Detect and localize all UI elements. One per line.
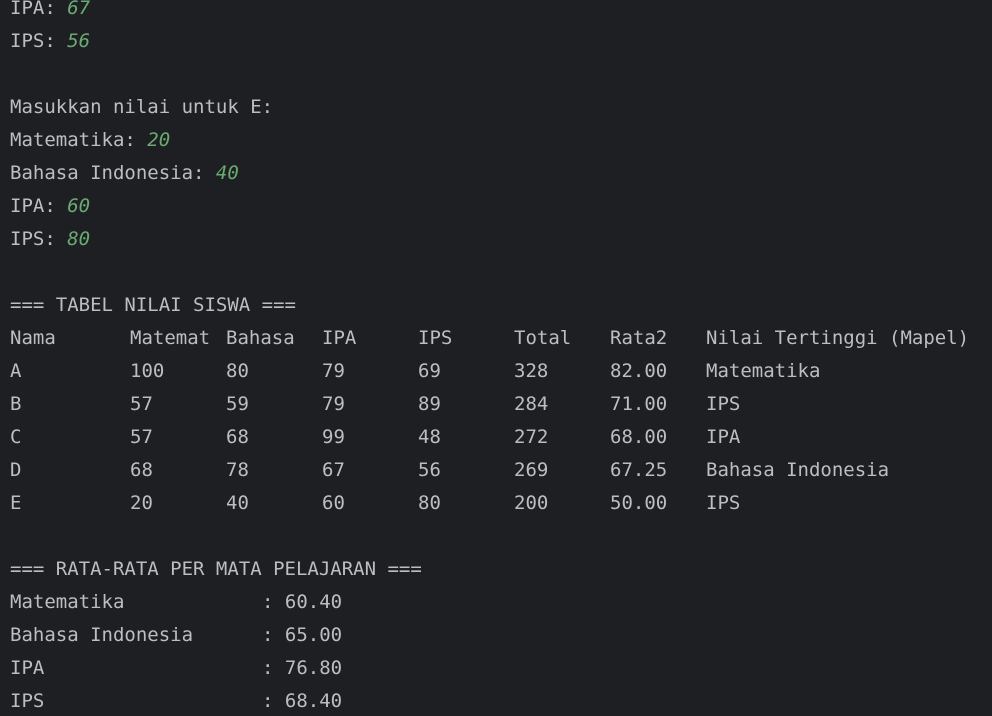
table-cell: 71.00 xyxy=(610,393,668,415)
average-row: IPS : 68.40 xyxy=(10,685,342,716)
table-cell: 59 xyxy=(226,393,249,415)
table-cell: 79 xyxy=(322,360,345,382)
table-row: D 68 78 67 56 269 67.25 Bahasa Indonesia xyxy=(10,454,889,487)
table-cell: IPS xyxy=(706,492,741,514)
table-header-cell: Rata2 xyxy=(610,327,668,349)
table-cell: 57 xyxy=(130,426,153,448)
table-cell: 82.00 xyxy=(610,360,668,382)
average-value: : 65.00 xyxy=(262,624,343,646)
table-cell: 80 xyxy=(226,360,249,382)
table-cell: 89 xyxy=(418,393,441,415)
table-cell: 68 xyxy=(130,459,153,481)
averages-title: === RATA-RATA PER MATA PELAJARAN === xyxy=(10,558,422,580)
table-cell: 67 xyxy=(322,459,345,481)
table-cell: 68 xyxy=(226,426,249,448)
table-cell: 69 xyxy=(418,360,441,382)
table-row: C 57 68 99 48 272 68.00 IPA xyxy=(10,421,740,454)
table-cell: Matematika xyxy=(706,360,821,382)
table-header-cell: Nama xyxy=(10,327,56,349)
average-row: IPA : 76.80 xyxy=(10,652,342,685)
input-label: IPS: xyxy=(10,30,68,52)
table-cell: 78 xyxy=(226,459,249,481)
input-line-bahasa: Bahasa Indonesia: 40 xyxy=(10,157,239,190)
average-label: IPS xyxy=(10,690,45,712)
average-label: IPA xyxy=(10,657,45,679)
average-value: : 76.80 xyxy=(262,657,343,679)
table-cell: IPA xyxy=(706,426,741,448)
table-header-row: Nama Matemat Bahasa IPA IPS Total Rata2 … xyxy=(10,322,969,355)
table-row: B 57 59 79 89 284 71.00 IPS xyxy=(10,388,740,421)
table-cell: 80 xyxy=(418,492,441,514)
average-label: Matematika xyxy=(10,591,125,613)
table-header-cell: Matemat xyxy=(130,327,211,349)
table-cell: C xyxy=(10,426,22,448)
table-cell: 284 xyxy=(514,393,549,415)
average-row: Matematika : 60.40 xyxy=(10,586,342,619)
table-header-cell: IPA xyxy=(322,327,357,349)
table-cell: D xyxy=(10,459,22,481)
input-line-ips: IPS: 80 xyxy=(10,223,90,256)
table-header-cell: Total xyxy=(514,327,572,349)
table-cell: 67.25 xyxy=(610,459,668,481)
table-cell: 269 xyxy=(514,459,549,481)
input-value: 20 xyxy=(147,129,171,151)
table-title: === TABEL NILAI SISWA === xyxy=(10,294,296,316)
input-value: 60 xyxy=(67,195,91,217)
input-value: 67 xyxy=(67,0,91,19)
table-cell: IPS xyxy=(706,393,741,415)
table-header-cell: Bahasa xyxy=(226,327,295,349)
table-cell: 200 xyxy=(514,492,549,514)
table-cell: 99 xyxy=(322,426,345,448)
table-cell: 328 xyxy=(514,360,549,382)
console-output: IPA: 67 IPS: 56 Masukkan nilai untuk E: … xyxy=(0,0,992,716)
input-value: 56 xyxy=(67,30,91,52)
input-label: Bahasa Indonesia: xyxy=(10,162,216,184)
input-label: IPA: xyxy=(10,0,68,19)
average-value: : 68.40 xyxy=(262,690,343,712)
table-row: A 100 80 79 69 328 82.00 Matematika xyxy=(10,355,820,388)
input-line-d-ips: IPS: 56 xyxy=(10,25,90,58)
table-cell: B xyxy=(10,393,22,415)
table-cell: 57 xyxy=(130,393,153,415)
table-cell: Bahasa Indonesia xyxy=(706,459,890,481)
table-cell: 40 xyxy=(226,492,249,514)
average-value: : 60.40 xyxy=(262,591,343,613)
table-cell: 48 xyxy=(418,426,441,448)
table-cell: E xyxy=(10,492,22,514)
input-value: 80 xyxy=(67,228,91,250)
input-line-ipa: IPA: 60 xyxy=(10,190,90,223)
average-row: Bahasa Indonesia : 65.00 xyxy=(10,619,342,652)
table-cell: 60 xyxy=(322,492,345,514)
table-cell: 272 xyxy=(514,426,549,448)
input-line-d-ipa: IPA: 67 xyxy=(10,0,90,25)
input-label: Matematika: xyxy=(10,129,148,151)
input-line-matematika: Matematika: 20 xyxy=(10,124,170,157)
table-header-cell: IPS xyxy=(418,327,453,349)
table-cell: 100 xyxy=(130,360,165,382)
table-row: E 20 40 60 80 200 50.00 IPS xyxy=(10,487,740,520)
table-cell: A xyxy=(10,360,22,382)
table-cell: 50.00 xyxy=(610,492,668,514)
table-cell: 20 xyxy=(130,492,153,514)
input-label: IPS: xyxy=(10,228,68,250)
average-label: Bahasa Indonesia xyxy=(10,624,194,646)
input-value: 40 xyxy=(215,162,239,184)
table-cell: 56 xyxy=(418,459,441,481)
table-cell: 79 xyxy=(322,393,345,415)
table-cell: 68.00 xyxy=(610,426,668,448)
input-label: IPA: xyxy=(10,195,68,217)
prompt-header-e: Masukkan nilai untuk E: xyxy=(10,96,274,118)
table-header-cell: Nilai Tertinggi (Mapel) xyxy=(706,327,970,349)
